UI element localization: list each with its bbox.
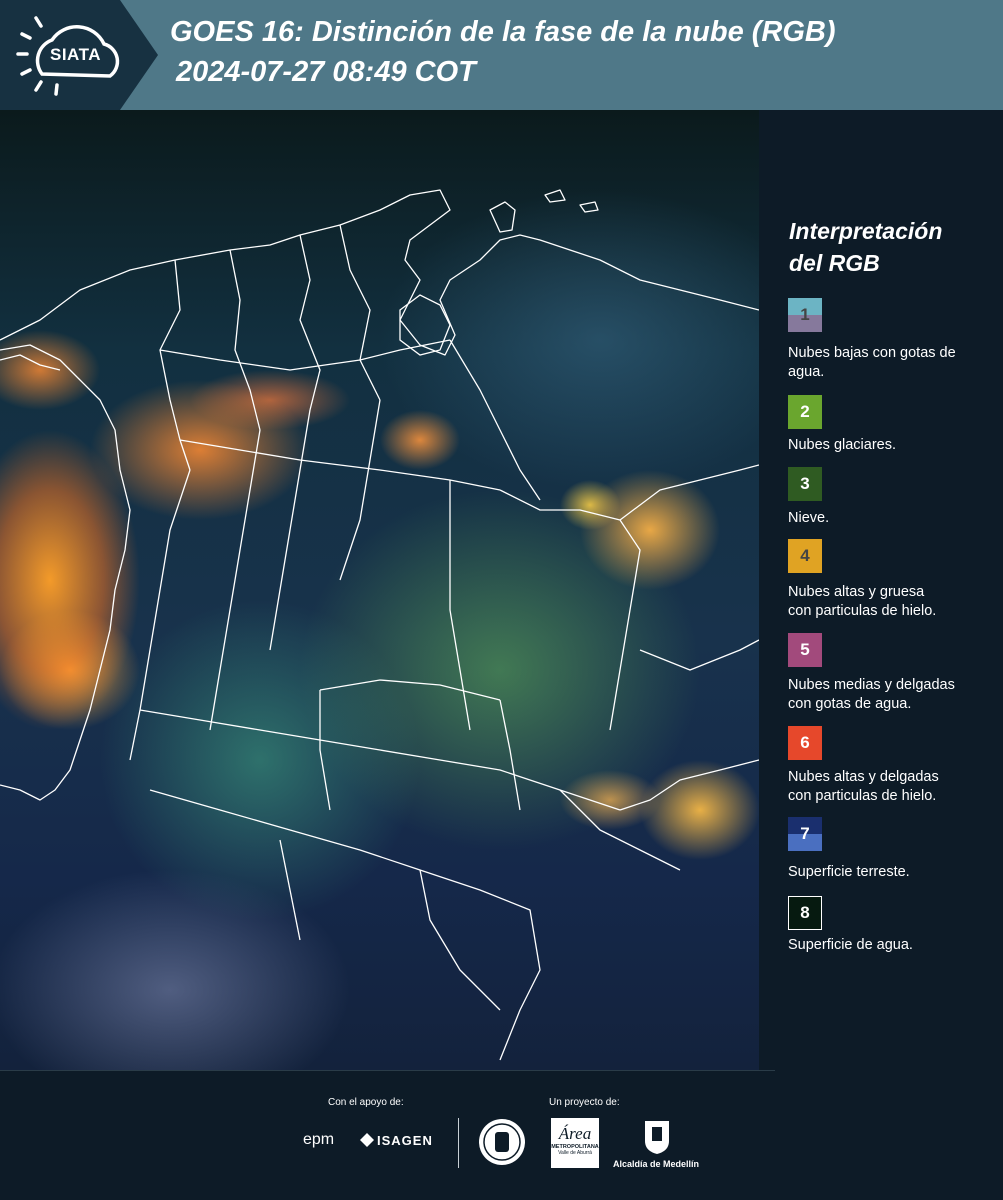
- legend-swatch-8: 8: [788, 896, 822, 930]
- legend-label: Superficie terreste.: [788, 863, 993, 882]
- legend-label-line2: agua.: [788, 364, 825, 380]
- legend-number: 1: [800, 305, 810, 324]
- legend-number: 7: [800, 824, 810, 843]
- support-label: Con el apoyo de:: [328, 1097, 404, 1108]
- legend-swatch-2: 2: [788, 395, 822, 429]
- legend-swatch-4: 4: [788, 539, 822, 573]
- legend-label: Nubes altas y delgadas con particulas de …: [788, 768, 993, 806]
- legend-label-line1: Superficie terreste.: [788, 864, 910, 880]
- legend-swatch-1: 1: [788, 298, 822, 332]
- legend-label-line1: Nubes altas y delgadas: [788, 769, 939, 785]
- page-title: GOES 16: Distinción de la fase de la nub…: [170, 16, 836, 48]
- legend-number: 2: [800, 402, 810, 421]
- seal-icon: [478, 1118, 526, 1166]
- legend-swatch-6: 6: [788, 726, 822, 760]
- footer-vertical-divider: [458, 1118, 459, 1168]
- satellite-map: [0, 110, 759, 1071]
- alcaldia-logo: Alcaldía de Medellín: [613, 1159, 700, 1169]
- project-label: Un proyecto de:: [549, 1097, 620, 1108]
- legend-label: Nubes medias y delgadas con gotas de agua…: [788, 676, 993, 714]
- legend-label-line2: con particulas de hielo.: [788, 603, 937, 619]
- legend-number: 5: [800, 640, 810, 659]
- legend-label-line2: con gotas de agua.: [788, 696, 912, 712]
- legend-label: Nieve.: [788, 509, 993, 528]
- area-logo-line3: Valle de Aburrá: [558, 1150, 592, 1156]
- legend-label-line2: con particulas de hielo.: [788, 788, 937, 804]
- legend-label-line1: Superficie de agua.: [788, 937, 913, 953]
- area-metropolitana-logo: Área METROPOLITANA Valle de Aburrá: [551, 1118, 599, 1168]
- legend-number: 8: [800, 903, 810, 922]
- legend-swatch-7: 7: [788, 817, 822, 851]
- legend-number: 3: [800, 474, 810, 493]
- legend-number: 6: [800, 733, 810, 752]
- legend-label-line1: Nieve.: [788, 510, 830, 526]
- legend-label-line1: Nubes medias y delgadas: [788, 677, 955, 693]
- isagen-icon: [360, 1133, 374, 1147]
- legend-swatch-3: 3: [788, 467, 822, 501]
- legend-label: Superficie de agua.: [788, 936, 993, 955]
- page-timestamp: 2024-07-27 08:49 COT: [176, 56, 476, 88]
- legend-label-line1: Nubes bajas con gotas de: [788, 345, 956, 361]
- isagen-logo: ISAGEN: [377, 1133, 433, 1148]
- legend-title-line2: del RGB: [789, 250, 880, 276]
- coat-of-arms-icon: [643, 1119, 671, 1155]
- epm-logo: epm: [303, 1131, 335, 1148]
- logo-text: SIATA: [50, 45, 101, 64]
- siata-logo: SIATA: [0, 0, 158, 110]
- area-logo-word: Área: [558, 1124, 592, 1143]
- legend-swatch-5: 5: [788, 633, 822, 667]
- legend-label-line1: Nubes glaciares.: [788, 437, 896, 453]
- legend-title: Interpretación del RGB: [789, 215, 989, 279]
- legend-label-line1: Nubes altas y gruesa: [788, 584, 925, 600]
- boundary-lines: [0, 189, 759, 1061]
- legend-label: Nubes glaciares.: [788, 436, 993, 455]
- legend-label: Nubes bajas con gotas de agua.: [788, 344, 993, 382]
- legend-title-line1: Interpretación: [789, 218, 943, 244]
- legend-number: 4: [800, 546, 810, 565]
- legend-label: Nubes altas y gruesa con particulas de hi…: [788, 583, 993, 621]
- header-bar: SIATA GOES 16: Distinción de la fase de …: [0, 0, 1003, 110]
